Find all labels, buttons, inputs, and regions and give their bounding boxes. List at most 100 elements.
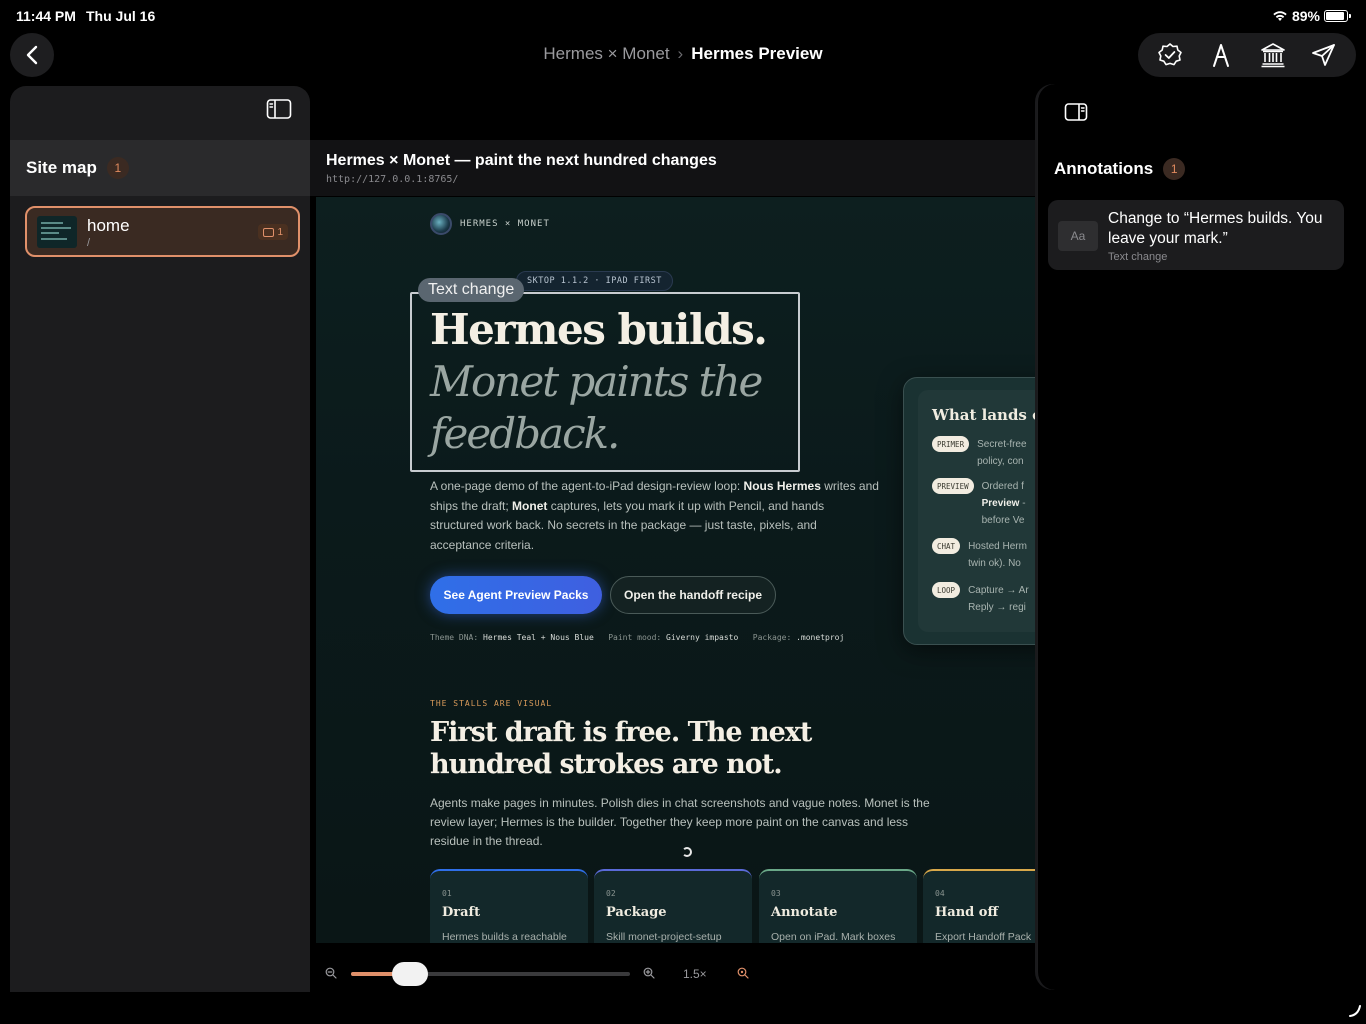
annotations-count-badge: 1 xyxy=(1163,158,1186,180)
row-pill: CHAT xyxy=(932,538,961,554)
preview-url: http://127.0.0.1:8765/ xyxy=(326,174,459,185)
step-description: Export Handoff Pack xyxy=(935,931,1032,943)
card-row-chat: CHAT Hosted Herm twin ok). No xyxy=(932,538,1027,572)
step-title: Package xyxy=(606,905,667,920)
annotation-item[interactable]: Aa Change to “Hermes builds. You leave y… xyxy=(1048,200,1344,270)
zoom-reset-icon[interactable] xyxy=(737,967,749,979)
loading-spinner-icon xyxy=(682,847,692,857)
section-heading-line-1: First draft is free. The next xyxy=(430,717,812,748)
site-map-header: Site map 1 xyxy=(10,140,310,196)
site-map-title: Site map xyxy=(26,158,97,177)
row-pill: LOOP xyxy=(932,582,961,598)
step-description: Hermes builds a reachable xyxy=(442,931,567,943)
version-pill: SKTOP 1.1.2 · IPAD FIRST xyxy=(516,271,673,291)
section-heading-line-2: hundred strokes are not. xyxy=(430,749,783,780)
top-toolbar xyxy=(1138,33,1356,77)
agent-preview-packs-button[interactable]: See Agent Preview Packs xyxy=(430,576,602,614)
wifi-icon xyxy=(1273,11,1287,21)
card-row-preview: PREVIEW Ordered f Preview - before Ve xyxy=(932,478,1026,529)
step-card-hand-off[interactable]: 04 Hand off Export Handoff Pack xyxy=(923,869,1037,943)
what-lands-title: What lands on xyxy=(932,406,1037,424)
card-row-primer: PRIMER Secret-free policy, con xyxy=(932,436,1027,470)
annotations-panel: Annotations 1 Aa Change to “Hermes build… xyxy=(1037,84,1354,990)
museum-icon xyxy=(1260,43,1285,68)
what-lands-card-inner: What lands on PRIMER Secret-freepolicy, … xyxy=(918,390,1037,632)
zoom-slider-thumb[interactable] xyxy=(391,962,428,986)
step-title: Hand off xyxy=(935,905,999,920)
step-description: Open on iPad. Mark boxes xyxy=(771,931,896,943)
row-pill: PREVIEW xyxy=(932,478,974,494)
handoff-recipe-button[interactable]: Open the handoff recipe xyxy=(610,576,776,614)
hero-heading-line-3: feedback. xyxy=(430,409,620,458)
status-time: 11:44 PM xyxy=(16,8,76,24)
step-description: Skill monet-project-setup xyxy=(606,931,722,943)
row-pill: PRIMER xyxy=(932,436,970,452)
zoom-in-icon[interactable] xyxy=(643,967,655,979)
row-text: Hosted Herm twin ok). No xyxy=(968,541,1027,569)
section-kicker: THE STALLS ARE VISUAL xyxy=(430,699,553,708)
hero-heading-line-2: Monet paints the xyxy=(430,357,763,406)
page-annotation-count: 1 xyxy=(277,226,283,238)
status-bar: 11:44 PM Thu Jul 16 89% xyxy=(0,0,1366,32)
hero-intro: A one-page demo of the agent-to-iPad des… xyxy=(430,479,879,552)
send-button[interactable] xyxy=(1304,35,1344,75)
annotation-type: Text change xyxy=(1108,251,1168,263)
status-indicators: 89% xyxy=(1272,8,1351,24)
sidebar-toggle-icon[interactable] xyxy=(266,98,292,120)
step-card-package[interactable]: 02 Package Skill monet-project-setup xyxy=(594,869,752,943)
status-date: Thu Jul 16 xyxy=(86,8,156,24)
annotation-text: Change to “Hermes builds. You leave your… xyxy=(1108,210,1323,247)
gallery-button[interactable] xyxy=(1253,35,1293,75)
send-icon xyxy=(1312,44,1336,66)
pencil-nib-icon xyxy=(1213,44,1230,67)
preview-title: Hermes × Monet — paint the next hundred … xyxy=(326,152,717,169)
page-thumbnail xyxy=(37,216,77,248)
resize-handle-icon[interactable] xyxy=(1348,1004,1362,1018)
inspector-toggle-icon[interactable] xyxy=(1064,102,1088,122)
page-path: / xyxy=(87,237,91,249)
step-number: 03 xyxy=(771,889,781,898)
page-name: home xyxy=(87,216,130,235)
step-card-annotate[interactable]: 03 Annotate Open on iPad. Mark boxes xyxy=(759,869,917,943)
theme-meta: Theme DNA: Hermes Teal + Nous Blue Paint… xyxy=(430,633,845,642)
hero-heading-line-1: Hermes builds. xyxy=(430,305,768,354)
zoom-slider[interactable] xyxy=(351,962,630,986)
step-number: 04 xyxy=(935,889,945,898)
annotation-tag[interactable]: Text change xyxy=(418,278,525,302)
battery-percent: 89% xyxy=(1291,8,1320,24)
site-map-sidebar: Site map 1 home / 1 xyxy=(10,86,310,992)
step-number: 01 xyxy=(442,889,452,898)
section-body: Agents make pages in minutes. Polish die… xyxy=(430,796,930,848)
zoom-level-label: 1.5× xyxy=(683,967,707,981)
breadcrumb-current: Hermes Preview xyxy=(691,44,823,63)
verify-button[interactable] xyxy=(1150,35,1190,75)
step-number: 02 xyxy=(606,889,616,898)
site-brand: HERMES × MONET xyxy=(430,213,550,235)
breadcrumb-separator: › xyxy=(677,44,684,63)
preview-header: Hermes × Monet — paint the next hundred … xyxy=(310,140,1037,196)
page-annotation-badge: 1 xyxy=(258,224,288,240)
row-text: Capture → Ar Reply → regi xyxy=(968,585,1029,613)
annotations-title: Annotations xyxy=(1054,159,1154,178)
what-lands-card: What lands on PRIMER Secret-freepolicy, … xyxy=(903,377,1037,645)
row-text: Secret-free policy, con xyxy=(977,439,1027,467)
breadcrumb-parent[interactable]: Hermes × Monet xyxy=(543,44,669,63)
preview-canvas[interactable]: HERMES × MONET SKTOP 1.1.2 · IPAD FIRST … xyxy=(316,197,1037,943)
text-change-icon: Aa xyxy=(1058,221,1098,251)
pencil-tool-button[interactable] xyxy=(1201,35,1241,75)
brand-logo xyxy=(430,213,452,235)
step-title: Draft xyxy=(442,905,481,920)
zoom-out-icon[interactable] xyxy=(325,967,337,979)
card-row-loop: LOOP Capture → Ar Reply → regi xyxy=(932,582,1029,616)
zoom-bar: 1.5× xyxy=(316,944,1037,1004)
verified-badge-icon xyxy=(1157,43,1182,66)
step-card-draft[interactable]: 01 Draft Hermes builds a reachable xyxy=(430,869,588,943)
site-map-count-badge: 1 xyxy=(106,157,129,179)
battery-icon xyxy=(1324,10,1351,22)
page-item-home[interactable]: home / 1 xyxy=(25,206,300,257)
step-title: Annotate xyxy=(771,905,838,920)
annotation-box-icon xyxy=(263,227,275,237)
brand-text: HERMES × MONET xyxy=(460,219,550,229)
annotations-header: Annotations 1 xyxy=(1054,158,1186,180)
row-text: Ordered f Preview - before Ve xyxy=(981,481,1026,526)
